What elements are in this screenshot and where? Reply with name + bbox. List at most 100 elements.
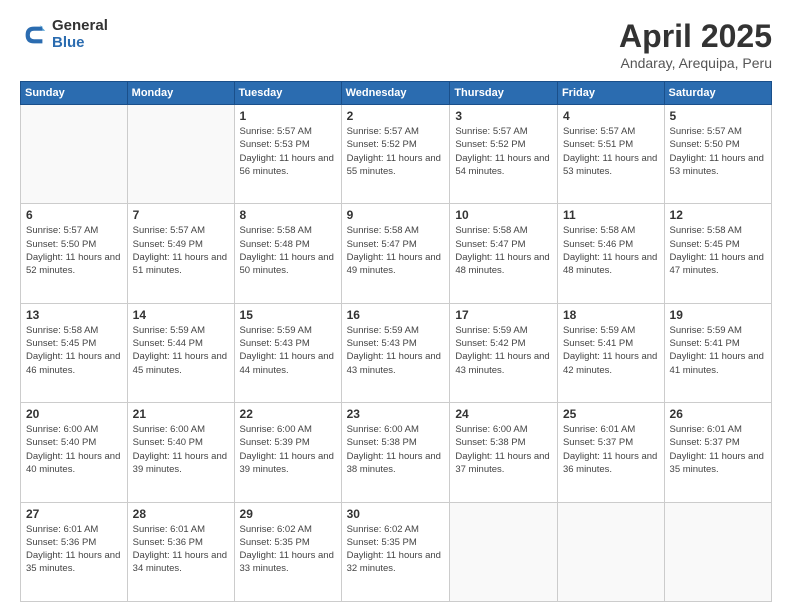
calendar-cell: 2 Sunrise: 5:57 AMSunset: 5:52 PMDaylight… bbox=[341, 105, 450, 204]
calendar-cell bbox=[664, 502, 771, 601]
calendar-cell: 25Sunrise: 6:01 AMSunset: 5:37 PMDayligh… bbox=[557, 403, 664, 502]
day-info: Sunrise: 5:58 AMSunset: 5:47 PMDaylight:… bbox=[455, 224, 552, 277]
calendar-week-4: 20Sunrise: 6:00 AMSunset: 5:40 PMDayligh… bbox=[21, 403, 772, 502]
day-info: Sunrise: 6:00 AMSunset: 5:39 PMDaylight:… bbox=[240, 423, 336, 476]
day-number: 14 bbox=[133, 308, 229, 322]
calendar-cell: 6 Sunrise: 5:57 AMSunset: 5:50 PMDaylight… bbox=[21, 204, 128, 303]
day-info: Sunrise: 6:00 AMSunset: 5:38 PMDaylight:… bbox=[455, 423, 552, 476]
calendar-cell: 5 Sunrise: 5:57 AMSunset: 5:50 PMDaylight… bbox=[664, 105, 771, 204]
day-info: Sunrise: 5:57 AMSunset: 5:50 PMDaylight:… bbox=[670, 125, 766, 178]
calendar-cell: 17Sunrise: 5:59 AMSunset: 5:42 PMDayligh… bbox=[450, 303, 558, 402]
day-number: 21 bbox=[133, 407, 229, 421]
header-saturday: Saturday bbox=[664, 82, 771, 105]
day-info: Sunrise: 6:01 AMSunset: 5:37 PMDaylight:… bbox=[563, 423, 659, 476]
header-friday: Friday bbox=[557, 82, 664, 105]
day-info: Sunrise: 6:00 AMSunset: 5:40 PMDaylight:… bbox=[26, 423, 122, 476]
day-info: Sunrise: 6:02 AMSunset: 5:35 PMDaylight:… bbox=[240, 523, 336, 576]
calendar-cell: 29 Sunrise: 6:02 AMSunset: 5:35 PMDayligh… bbox=[234, 502, 341, 601]
header-tuesday: Tuesday bbox=[234, 82, 341, 105]
calendar-cell: 4 Sunrise: 5:57 AMSunset: 5:51 PMDaylight… bbox=[557, 105, 664, 204]
logo-general-text: General bbox=[52, 18, 108, 35]
calendar-page: General Blue April 2025 Andaray, Arequip… bbox=[0, 0, 792, 612]
calendar-week-1: 1 Sunrise: 5:57 AMSunset: 5:53 PMDaylight… bbox=[21, 105, 772, 204]
calendar-header: Sunday Monday Tuesday Wednesday Thursday… bbox=[21, 82, 772, 105]
day-number: 2 bbox=[347, 109, 445, 123]
day-info: Sunrise: 5:57 AMSunset: 5:49 PMDaylight:… bbox=[133, 224, 229, 277]
calendar-week-2: 6 Sunrise: 5:57 AMSunset: 5:50 PMDaylight… bbox=[21, 204, 772, 303]
day-number: 28 bbox=[133, 507, 229, 521]
day-number: 27 bbox=[26, 507, 122, 521]
day-number: 1 bbox=[240, 109, 336, 123]
day-info: Sunrise: 5:57 AMSunset: 5:53 PMDaylight:… bbox=[240, 125, 336, 178]
calendar-cell: 7Sunrise: 5:57 AMSunset: 5:49 PMDaylight… bbox=[127, 204, 234, 303]
day-number: 26 bbox=[670, 407, 766, 421]
day-number: 16 bbox=[347, 308, 445, 322]
calendar-cell: 30 Sunrise: 6:02 AMSunset: 5:35 PMDayligh… bbox=[341, 502, 450, 601]
day-number: 3 bbox=[455, 109, 552, 123]
calendar-title: April 2025 bbox=[619, 18, 772, 55]
header-monday: Monday bbox=[127, 82, 234, 105]
day-number: 13 bbox=[26, 308, 122, 322]
calendar-cell: 23 Sunrise: 6:00 AMSunset: 5:38 PMDayligh… bbox=[341, 403, 450, 502]
calendar-cell: 24 Sunrise: 6:00 AMSunset: 5:38 PMDayligh… bbox=[450, 403, 558, 502]
day-info: Sunrise: 5:58 AMSunset: 5:45 PMDaylight:… bbox=[670, 224, 766, 277]
calendar-cell: 19Sunrise: 5:59 AMSunset: 5:41 PMDayligh… bbox=[664, 303, 771, 402]
calendar-cell: 11Sunrise: 5:58 AMSunset: 5:46 PMDayligh… bbox=[557, 204, 664, 303]
day-info: Sunrise: 6:02 AMSunset: 5:35 PMDaylight:… bbox=[347, 523, 445, 576]
calendar-cell bbox=[450, 502, 558, 601]
day-info: Sunrise: 6:01 AMSunset: 5:36 PMDaylight:… bbox=[26, 523, 122, 576]
calendar-cell bbox=[21, 105, 128, 204]
day-info: Sunrise: 5:59 AMSunset: 5:42 PMDaylight:… bbox=[455, 324, 552, 377]
day-number: 11 bbox=[563, 208, 659, 222]
day-info: Sunrise: 6:01 AMSunset: 5:36 PMDaylight:… bbox=[133, 523, 229, 576]
calendar-week-3: 13 Sunrise: 5:58 AMSunset: 5:45 PMDayligh… bbox=[21, 303, 772, 402]
header-thursday: Thursday bbox=[450, 82, 558, 105]
day-info: Sunrise: 5:58 AMSunset: 5:45 PMDaylight:… bbox=[26, 324, 122, 377]
calendar-cell: 12Sunrise: 5:58 AMSunset: 5:45 PMDayligh… bbox=[664, 204, 771, 303]
day-info: Sunrise: 5:57 AMSunset: 5:52 PMDaylight:… bbox=[455, 125, 552, 178]
day-number: 30 bbox=[347, 507, 445, 521]
day-info: Sunrise: 5:57 AMSunset: 5:51 PMDaylight:… bbox=[563, 125, 659, 178]
logo-text: General Blue bbox=[52, 18, 108, 51]
calendar-cell: 22 Sunrise: 6:00 AMSunset: 5:39 PMDayligh… bbox=[234, 403, 341, 502]
calendar-cell: 13 Sunrise: 5:58 AMSunset: 5:45 PMDayligh… bbox=[21, 303, 128, 402]
logo-blue-text: Blue bbox=[52, 35, 108, 52]
day-info: Sunrise: 6:00 AMSunset: 5:40 PMDaylight:… bbox=[133, 423, 229, 476]
calendar-week-5: 27 Sunrise: 6:01 AMSunset: 5:36 PMDayligh… bbox=[21, 502, 772, 601]
calendar-cell: 18Sunrise: 5:59 AMSunset: 5:41 PMDayligh… bbox=[557, 303, 664, 402]
header-sunday: Sunday bbox=[21, 82, 128, 105]
day-number: 10 bbox=[455, 208, 552, 222]
calendar-table: Sunday Monday Tuesday Wednesday Thursday… bbox=[20, 81, 772, 602]
calendar-cell bbox=[127, 105, 234, 204]
day-number: 5 bbox=[670, 109, 766, 123]
calendar-cell: 8 Sunrise: 5:58 AMSunset: 5:48 PMDaylight… bbox=[234, 204, 341, 303]
calendar-cell: 15Sunrise: 5:59 AMSunset: 5:43 PMDayligh… bbox=[234, 303, 341, 402]
day-number: 8 bbox=[240, 208, 336, 222]
day-number: 18 bbox=[563, 308, 659, 322]
day-number: 6 bbox=[26, 208, 122, 222]
day-info: Sunrise: 5:57 AMSunset: 5:52 PMDaylight:… bbox=[347, 125, 445, 178]
day-number: 29 bbox=[240, 507, 336, 521]
title-section: April 2025 Andaray, Arequipa, Peru bbox=[619, 18, 772, 71]
day-info: Sunrise: 6:00 AMSunset: 5:38 PMDaylight:… bbox=[347, 423, 445, 476]
calendar-cell: 26 Sunrise: 6:01 AMSunset: 5:37 PMDayligh… bbox=[664, 403, 771, 502]
day-number: 22 bbox=[240, 407, 336, 421]
day-number: 19 bbox=[670, 308, 766, 322]
header-wednesday: Wednesday bbox=[341, 82, 450, 105]
calendar-cell bbox=[557, 502, 664, 601]
logo: General Blue bbox=[20, 18, 108, 51]
calendar-cell: 14Sunrise: 5:59 AMSunset: 5:44 PMDayligh… bbox=[127, 303, 234, 402]
calendar-cell: 27 Sunrise: 6:01 AMSunset: 5:36 PMDayligh… bbox=[21, 502, 128, 601]
day-info: Sunrise: 6:01 AMSunset: 5:37 PMDaylight:… bbox=[670, 423, 766, 476]
calendar-cell: 9Sunrise: 5:58 AMSunset: 5:47 PMDaylight… bbox=[341, 204, 450, 303]
day-info: Sunrise: 5:57 AMSunset: 5:50 PMDaylight:… bbox=[26, 224, 122, 277]
day-info: Sunrise: 5:59 AMSunset: 5:43 PMDaylight:… bbox=[240, 324, 336, 377]
day-number: 24 bbox=[455, 407, 552, 421]
day-number: 4 bbox=[563, 109, 659, 123]
day-number: 23 bbox=[347, 407, 445, 421]
day-info: Sunrise: 5:58 AMSunset: 5:47 PMDaylight:… bbox=[347, 224, 445, 277]
calendar-cell: 1 Sunrise: 5:57 AMSunset: 5:53 PMDaylight… bbox=[234, 105, 341, 204]
logo-icon bbox=[20, 21, 48, 49]
calendar-subtitle: Andaray, Arequipa, Peru bbox=[619, 55, 772, 71]
day-info: Sunrise: 5:58 AMSunset: 5:48 PMDaylight:… bbox=[240, 224, 336, 277]
